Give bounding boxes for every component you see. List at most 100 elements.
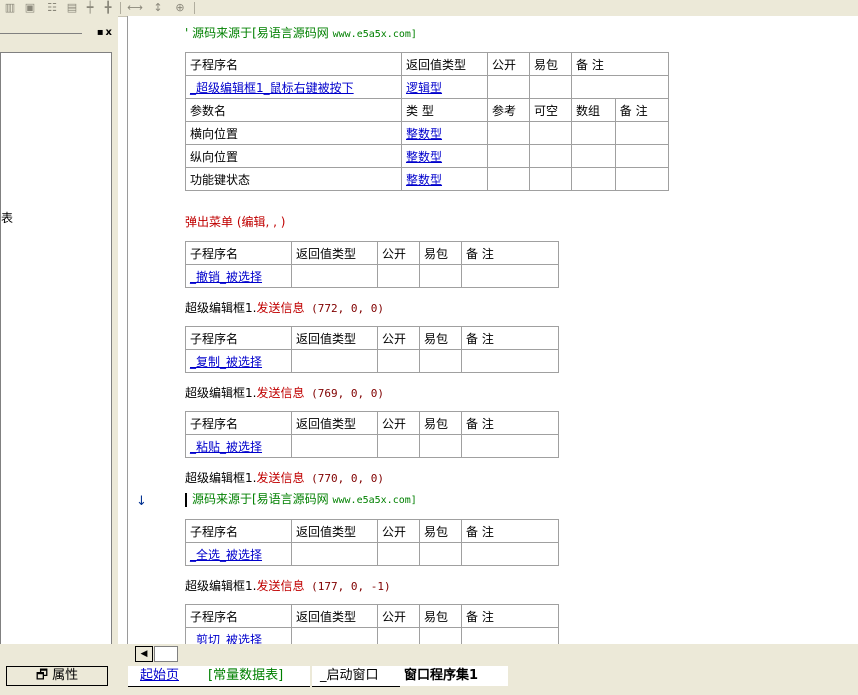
call-args: (770, 0, 0) xyxy=(304,472,384,485)
tab-start-page[interactable]: 起始页 xyxy=(128,666,198,687)
param-remark-cell[interactable] xyxy=(614,167,670,191)
call-args: (177, 0, -1) xyxy=(304,580,391,593)
align-width-icon[interactable]: ┿ xyxy=(82,1,98,14)
header-cell: 备 注 xyxy=(461,411,559,435)
header-cell: 公开 xyxy=(377,519,420,543)
return-type-cell[interactable] xyxy=(291,627,378,644)
param-name-cell[interactable]: 横向位置 xyxy=(185,121,402,145)
table-row: 子程序名 返回值类型 公开 易包 备 注 xyxy=(185,52,669,76)
call-object: 超级编辑框1. xyxy=(185,471,257,485)
header-cell: 子程序名 xyxy=(185,604,292,628)
sub-name-cell[interactable]: _复制_被选择 xyxy=(185,349,292,373)
sub-table: 子程序名 返回值类型 公开 易包 备 注 _复制_被选择 xyxy=(185,326,559,373)
grid-cols-icon[interactable]: ▤ xyxy=(64,1,80,14)
sub-table: 子程序名 返回值类型 公开 易包 备 注 _粘贴_被选择 xyxy=(185,411,559,458)
public-cell[interactable] xyxy=(377,349,420,373)
easy-pack-cell[interactable] xyxy=(529,75,572,99)
return-type-cell[interactable] xyxy=(291,264,378,288)
remark-cell[interactable] xyxy=(461,434,559,458)
param-nullable-cell[interactable] xyxy=(529,144,572,168)
param-array-cell[interactable] xyxy=(571,167,616,191)
remark-cell[interactable] xyxy=(461,542,559,566)
public-cell[interactable] xyxy=(377,434,420,458)
param-type-cell[interactable]: 整数型 xyxy=(401,144,488,168)
param-ref-cell[interactable] xyxy=(487,167,530,191)
public-cell[interactable] xyxy=(377,264,420,288)
grid-merge-icon[interactable]: ▣ xyxy=(22,1,38,14)
header-cell: 易包 xyxy=(419,326,462,350)
code-line[interactable]: 超级编辑框1.发送信息 (772, 0, 0) xyxy=(185,298,384,318)
panel-window-buttons[interactable]: ▪x xyxy=(97,26,114,40)
code-line[interactable]: 超级编辑框1.发送信息 (177, 0, -1) xyxy=(185,576,391,596)
return-type-cell[interactable]: 逻辑型 xyxy=(401,75,488,99)
header-cell: 备 注 xyxy=(571,52,669,76)
code-line[interactable]: 超级编辑框1.发送信息 (770, 0, 0) xyxy=(185,468,384,488)
param-nullable-cell[interactable] xyxy=(529,121,572,145)
param-name-cell[interactable]: 纵向位置 xyxy=(185,144,402,168)
param-ref-cell[interactable] xyxy=(487,144,530,168)
return-type-cell[interactable] xyxy=(291,434,378,458)
same-height-icon[interactable]: ↕ xyxy=(150,1,166,14)
current-line-arrow-icon: ↓ xyxy=(136,494,147,509)
call-args: (772, 0, 0) xyxy=(304,302,384,315)
properties-button[interactable]: 🗗 属性 xyxy=(6,666,108,686)
header-cell: 子程序名 xyxy=(185,411,292,435)
table-row: 子程序名 返回值类型 公开 易包 备 注 xyxy=(185,604,559,628)
header-cell: 返回值类型 xyxy=(291,241,378,265)
center-both-icon[interactable]: ⊕ xyxy=(172,1,188,14)
tab-startup-window[interactable]: _启动窗口 xyxy=(312,666,400,687)
param-remark-cell[interactable] xyxy=(614,144,670,168)
sub-name-cell[interactable]: _超级编辑框1_鼠标右键被按下 xyxy=(185,75,402,99)
public-cell[interactable] xyxy=(377,627,420,644)
comment-line[interactable]: ' 源码来源于[易语言源码网 www.e5a5x.com] xyxy=(185,24,417,42)
tab-constants[interactable]: [常量数据表] xyxy=(198,666,310,687)
sub-name-cell[interactable]: _剪切_被选择 xyxy=(185,627,292,644)
remark-cell[interactable] xyxy=(461,264,559,288)
toolbar-separator xyxy=(120,2,121,14)
param-ref-cell[interactable] xyxy=(487,121,530,145)
easy-pack-cell[interactable] xyxy=(419,434,462,458)
public-cell[interactable] xyxy=(487,75,530,99)
grid-split-icon[interactable]: ▥ xyxy=(2,1,18,14)
sub-name-cell[interactable]: _撤销_被选择 xyxy=(185,264,292,288)
easy-pack-cell[interactable] xyxy=(419,542,462,566)
call-args: (769, 0, 0) xyxy=(304,387,384,400)
call-function: 发送信息 xyxy=(256,471,305,485)
easy-pack-cell[interactable] xyxy=(419,264,462,288)
remark-cell[interactable] xyxy=(461,349,559,373)
sub-table: 子程序名 返回值类型 公开 易包 备 注 _剪切_被选择 xyxy=(185,604,559,644)
table-row: _超级编辑框1_鼠标右键被按下 逻辑型 xyxy=(185,75,669,99)
easy-pack-cell[interactable] xyxy=(419,627,462,644)
param-array-cell[interactable] xyxy=(571,144,616,168)
return-type-cell[interactable] xyxy=(291,349,378,373)
param-name-cell[interactable]: 功能键状态 xyxy=(185,167,402,191)
grid-rows-icon[interactable]: ☷ xyxy=(44,1,60,14)
table-row: 子程序名 返回值类型 公开 易包 备 注 xyxy=(185,411,559,435)
scroll-left-arrow-icon[interactable]: ◀ xyxy=(135,646,153,662)
call-object: 超级编辑框1. xyxy=(185,301,257,315)
code-editor[interactable]: ↓ ' 源码来源于[易语言源码网 www.e5a5x.com] 子程序名 返回值… xyxy=(127,16,858,644)
popup-menu-statement: 弹出菜单 (编辑, , ) xyxy=(185,215,286,229)
tab-window-assembly[interactable]: 窗口程序集1 xyxy=(398,666,508,686)
remark-cell[interactable] xyxy=(461,627,559,644)
param-type-cell[interactable]: 整数型 xyxy=(401,121,488,145)
comment-line[interactable]: 源码来源于[易语言源码网 www.e5a5x.com] xyxy=(185,490,417,508)
sub-name-cell[interactable]: _全选_被选择 xyxy=(185,542,292,566)
left-panel-client[interactable]: 表 xyxy=(0,52,112,662)
param-array-cell[interactable] xyxy=(571,121,616,145)
horizontal-scrollbar[interactable] xyxy=(154,646,178,662)
code-line[interactable]: 超级编辑框1.发送信息 (769, 0, 0) xyxy=(185,383,384,403)
header-cell: 公开 xyxy=(377,604,420,628)
param-remark-cell[interactable] xyxy=(614,121,670,145)
public-cell[interactable] xyxy=(377,542,420,566)
param-nullable-cell[interactable] xyxy=(529,167,572,191)
return-type-cell[interactable] xyxy=(291,542,378,566)
sub-name-cell[interactable]: _粘贴_被选择 xyxy=(185,434,292,458)
param-type-cell[interactable]: 整数型 xyxy=(401,167,488,191)
header-cell: 子程序名 xyxy=(185,519,292,543)
align-height-icon[interactable]: ╋ xyxy=(100,1,116,14)
easy-pack-cell[interactable] xyxy=(419,349,462,373)
code-line[interactable]: 弹出菜单 (编辑, , ) xyxy=(185,212,285,232)
same-width-icon[interactable]: ⟷ xyxy=(127,1,143,14)
remark-cell[interactable] xyxy=(571,75,669,99)
